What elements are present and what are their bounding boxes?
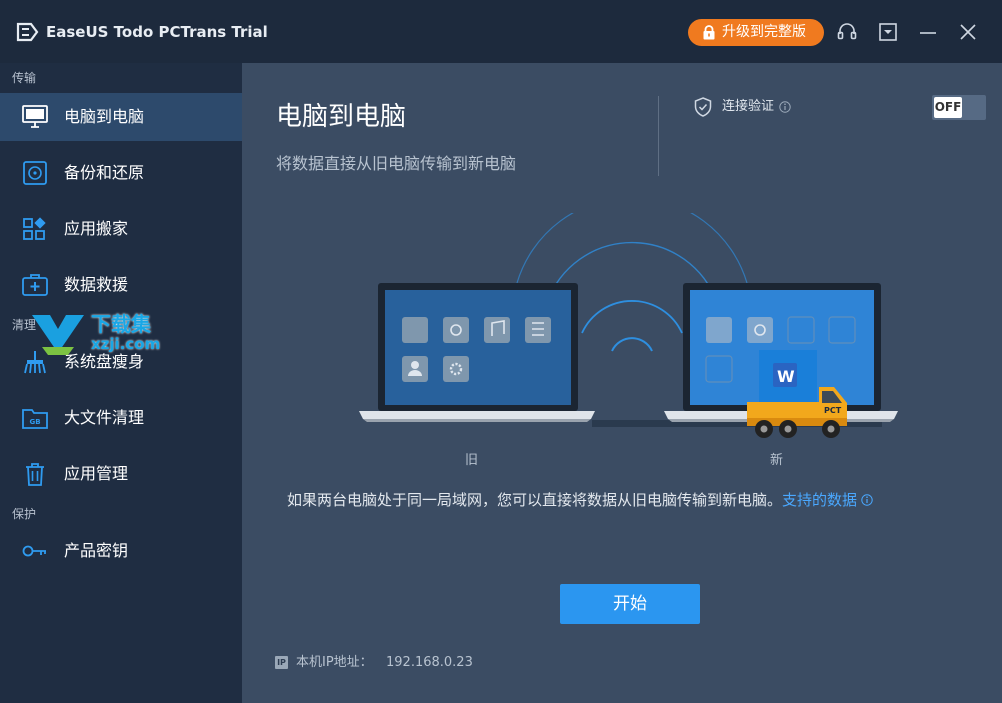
sidebar-item-label: 应用管理 [64,464,129,483]
connection-verify-label: 连接验证 [722,99,775,114]
sidebar-item-app-migration[interactable]: 应用搬家 [0,205,242,253]
sidebar-item-data-rescue[interactable]: 数据救援 [0,261,242,309]
apps-icon [23,217,46,240]
ip-address-label: 本机IP地址： [296,655,373,670]
ip-icon: IP [275,656,288,669]
sidebar-item-pc-to-pc[interactable]: 电脑到电脑 [0,93,242,141]
info-icon[interactable] [861,494,873,506]
sidebar-item-label: 系统盘瘦身 [64,352,145,371]
svg-text:W: W [777,367,795,386]
sidebar-item-large-file-clean[interactable]: GB 大文件清理 [0,394,242,442]
section-label-protect: 保护 [12,507,37,521]
trash-icon [26,463,44,486]
app-title: EaseUS Todo PCTrans Trial [46,23,268,41]
folder-gb-icon: GB [22,409,48,429]
header-divider [658,96,659,176]
watermark-url: xzji.com [91,335,161,353]
monitor-icon [22,105,48,128]
sidebar-item-label: 大文件清理 [64,408,145,427]
sidebar-item-label: 应用搬家 [64,219,129,238]
hint-message: 如果两台电脑处于同一局域网，您可以直接将数据从旧电脑传输到新电脑。 [287,491,783,509]
shield-icon [694,97,712,117]
toggle-knob: OFF [934,97,962,118]
support-headset-icon[interactable] [835,20,859,44]
app-window: EaseUS Todo PCTrans Trial 升级到完整版 传输 电脑到电… [0,0,1002,703]
old-laptop-icon [359,283,595,422]
connection-verify-toggle[interactable]: OFF [932,95,986,120]
upgrade-button[interactable]: 升级到完整版 [688,19,824,46]
app-tile [706,317,732,343]
info-icon[interactable] [779,101,791,113]
sidebar-item-label: 备份和还原 [64,163,145,182]
supported-data-link[interactable]: 支持的数据 [782,491,857,509]
sidebar-item-label: 电脑到电脑 [64,107,145,126]
page-subtitle: 将数据直接从旧电脑传输到新电脑 [276,154,517,173]
upgrade-label: 升级到完整版 [722,24,806,40]
sidebar: 传输 电脑到电脑 备份和还原 应用搬家 数据救援 清理 系统盘瘦身 GB 大文件… [0,63,242,703]
truck-label: PCT [824,406,842,415]
lock-icon [703,25,715,40]
close-icon[interactable] [956,20,980,44]
watermark-text: 下载集 [91,312,151,336]
svg-text:GB: GB [30,418,41,426]
disk-icon [23,161,47,185]
app-tile [484,317,510,343]
title-bar: EaseUS Todo PCTrans Trial 升级到完整版 [0,0,1002,63]
hint-text: 如果两台电脑处于同一局域网，您可以直接将数据从旧电脑传输到新电脑。支持的数据 [287,490,873,510]
transfer-illustration: W PCT [359,213,898,438]
start-button[interactable]: 开始 [560,584,700,624]
key-icon [22,545,46,557]
page-title: 电脑到电脑 [276,102,407,132]
app-logo-icon [16,22,39,42]
sidebar-item-label: 数据救援 [64,275,129,294]
app-tile [747,317,773,343]
app-tile [525,317,551,343]
sidebar-item-app-management[interactable]: 应用管理 [0,450,242,498]
menu-dropdown-icon[interactable] [876,20,900,44]
ip-address-value: 192.168.0.23 [386,655,473,670]
app-tile [443,317,469,343]
sidebar-item-label: 产品密钥 [64,541,129,560]
old-pc-label: 旧 [465,453,479,468]
app-tile [402,317,428,343]
rescue-kit-icon [22,274,48,296]
sidebar-item-product-key[interactable]: 产品密钥 [0,527,242,575]
minimize-icon[interactable] [916,20,940,44]
section-label-transfer: 传输 [12,71,37,85]
main-panel: 电脑到电脑 将数据直接从旧电脑传输到新电脑 连接验证 OFF W PCT 旧 新… [242,63,1002,703]
new-pc-label: 新 [770,453,784,468]
sidebar-item-backup-restore[interactable]: 备份和还原 [0,149,242,197]
app-tile [443,356,469,382]
